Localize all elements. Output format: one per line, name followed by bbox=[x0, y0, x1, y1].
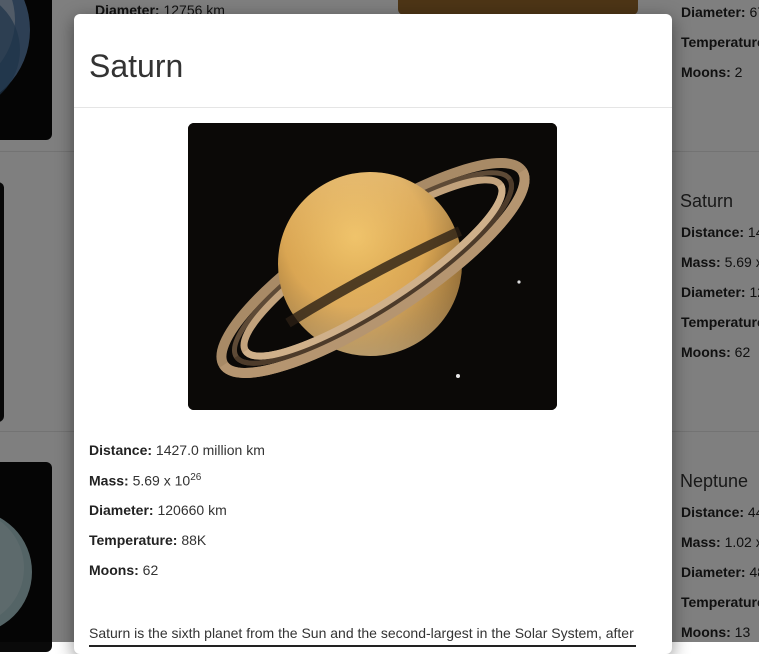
fact-diameter-label: Diameter: bbox=[89, 502, 154, 518]
modal-title: Saturn bbox=[89, 48, 184, 84]
fact-distance-label: Distance: bbox=[89, 442, 153, 458]
fact-temperature-value: 88K bbox=[181, 532, 207, 548]
planet-description: Saturn is the sixth planet from the Sun … bbox=[89, 625, 634, 641]
fact-mass-label: Mass: bbox=[89, 472, 129, 489]
description-underline bbox=[89, 645, 636, 647]
fact-temperature: Temperature: 88K bbox=[89, 532, 206, 548]
fact-moons-value: 62 bbox=[142, 562, 159, 578]
fact-diameter-value: 120660 km bbox=[157, 502, 227, 518]
fact-distance: Distance: 1427.0 million km bbox=[89, 442, 265, 458]
fact-diameter: Diameter: 120660 km bbox=[89, 502, 227, 518]
saturn-photo-icon bbox=[188, 123, 557, 410]
fact-mass-value: 5.69 x 10 bbox=[132, 472, 191, 489]
fact-moons: Moons: 62 bbox=[89, 562, 158, 578]
fact-mass: Mass: 5.69 x 1026 bbox=[89, 472, 201, 489]
fact-mass-exponent: 26 bbox=[190, 472, 202, 483]
saturn-image bbox=[188, 123, 557, 410]
fact-moons-label: Moons: bbox=[89, 562, 139, 578]
modal-header: Saturn bbox=[74, 14, 672, 108]
planet-detail-modal: Saturn Distance: 1427.0 million km Mass:… bbox=[74, 14, 672, 654]
fact-temperature-label: Temperature: bbox=[89, 532, 178, 548]
fact-distance-value: 1427.0 million km bbox=[155, 442, 265, 458]
